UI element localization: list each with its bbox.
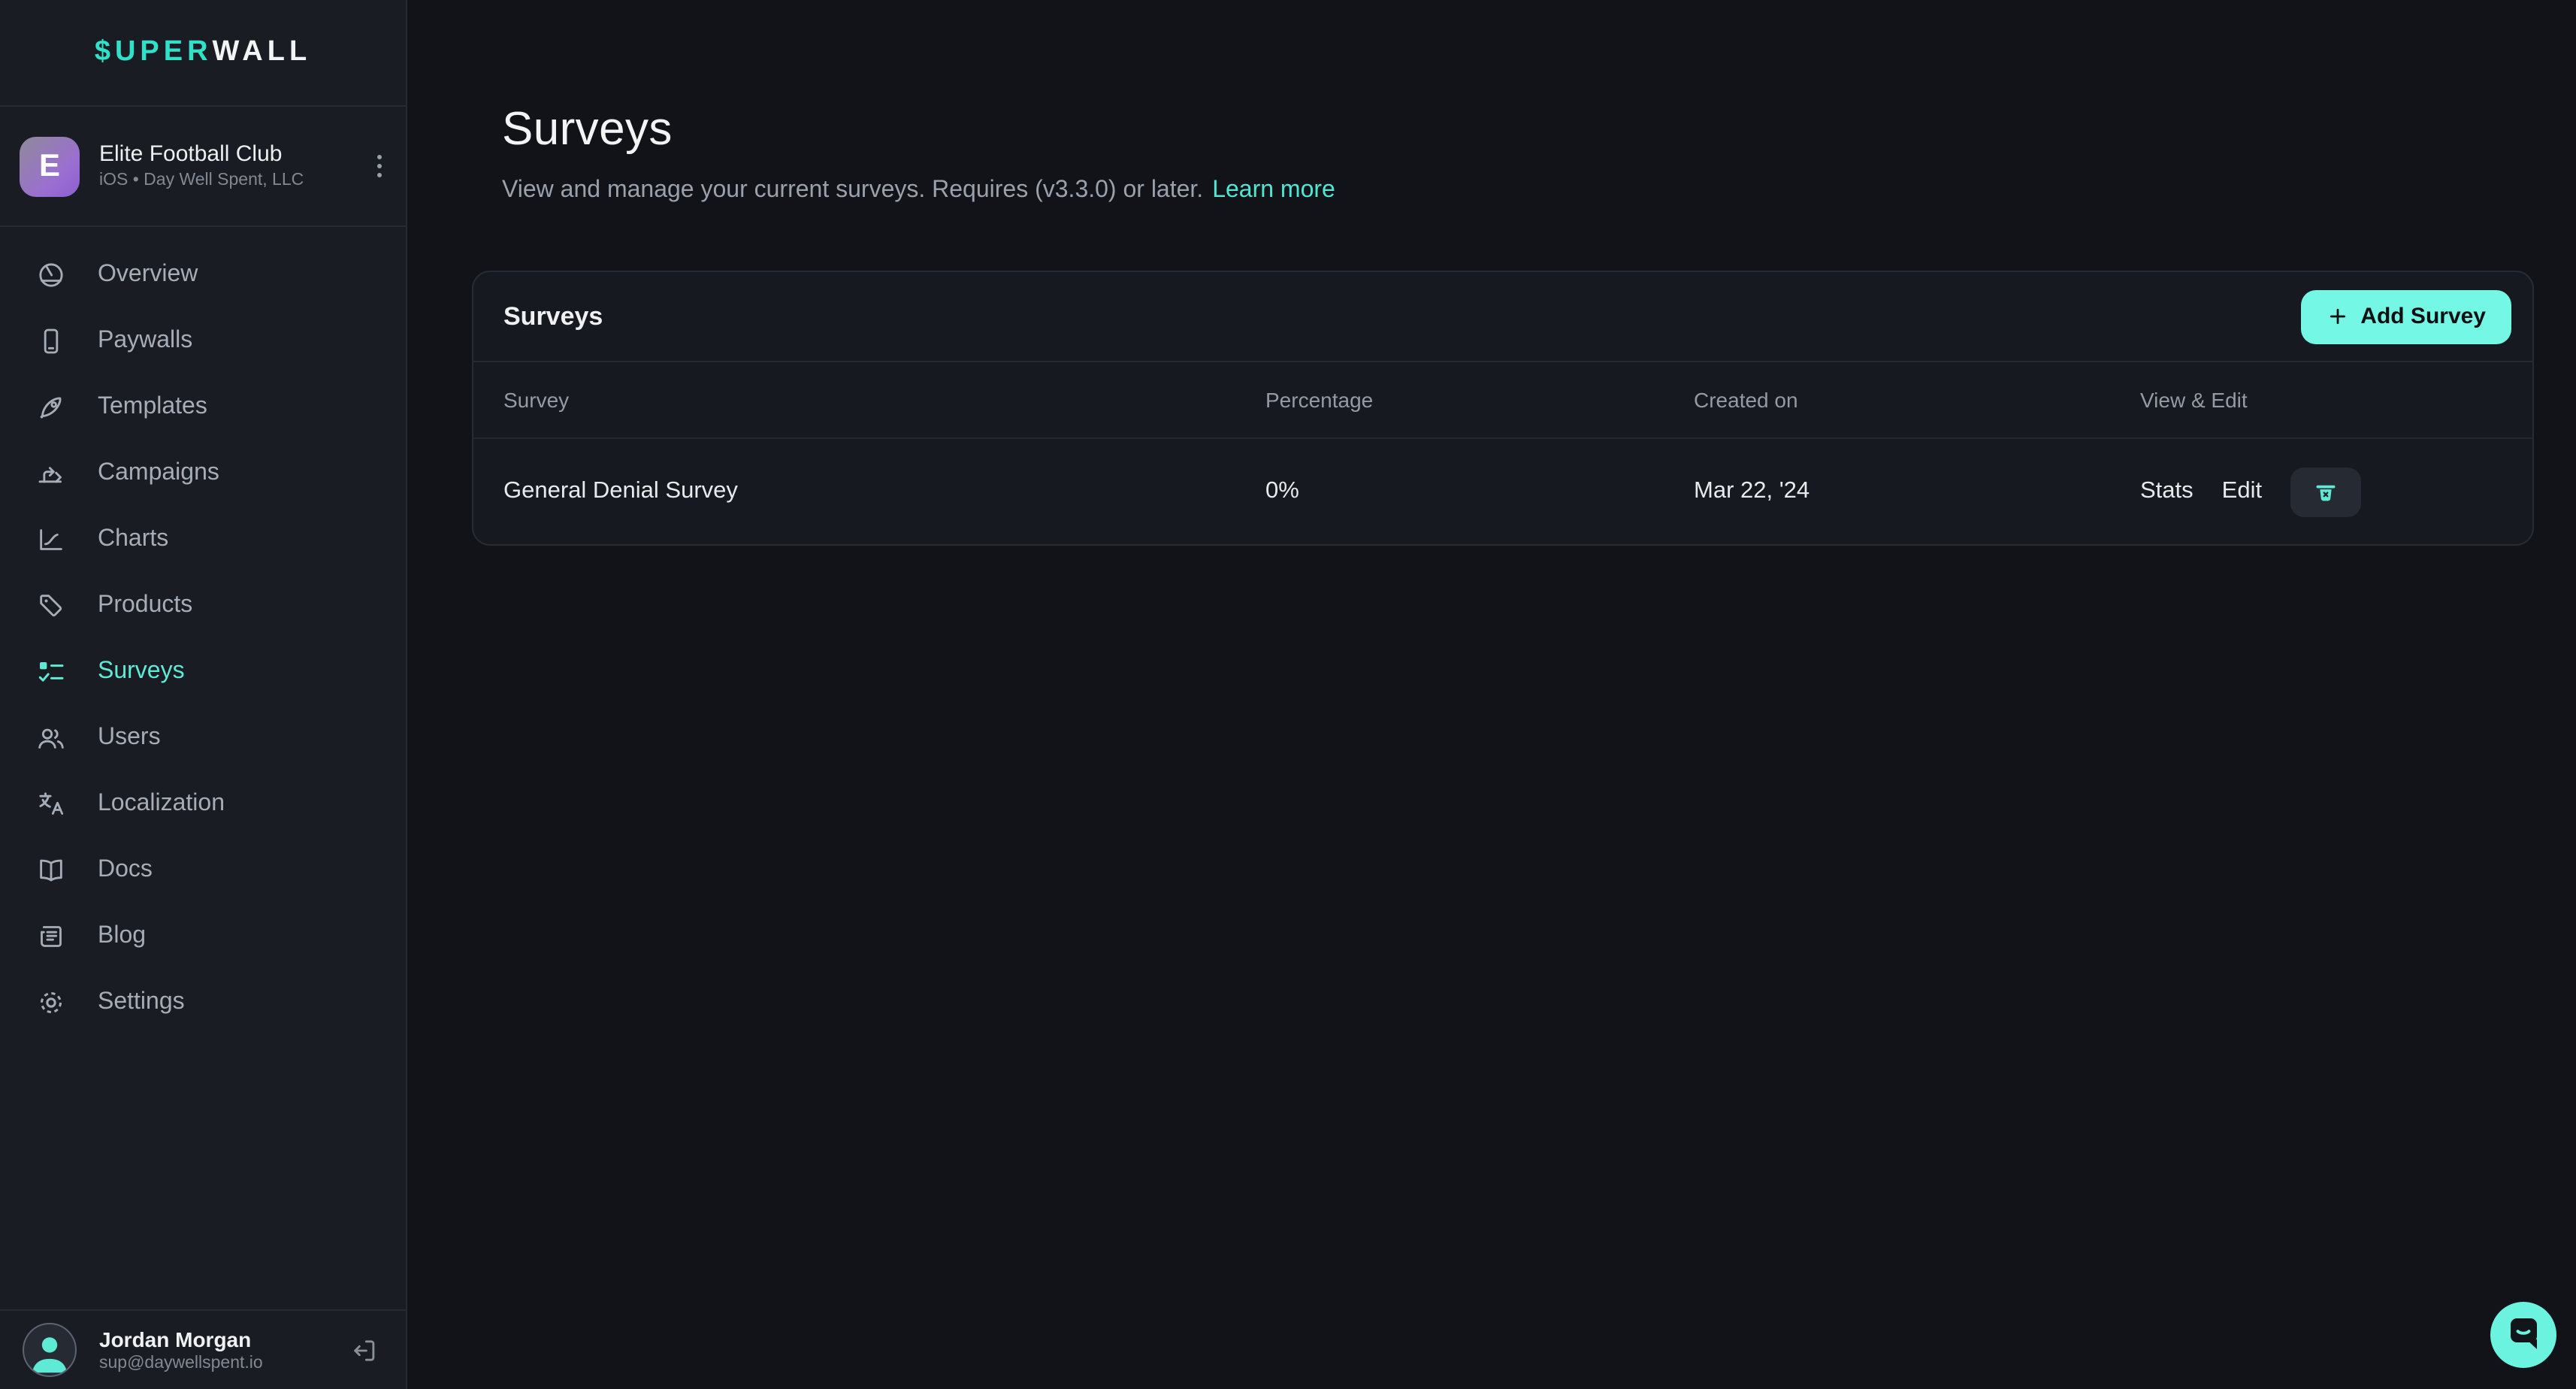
account-name: Elite Football Club bbox=[99, 141, 355, 167]
sidebar-item-label: Settings bbox=[98, 989, 185, 1016]
column-header-percentage: Percentage bbox=[1265, 388, 1694, 412]
rocket-icon bbox=[36, 392, 66, 422]
chat-bubble-icon bbox=[2490, 1302, 2556, 1368]
sidebar-item-products[interactable]: Products bbox=[0, 573, 406, 639]
smartphone-icon bbox=[36, 326, 66, 356]
add-survey-button[interactable]: Add Survey bbox=[2300, 289, 2511, 343]
delete-survey-button[interactable] bbox=[2290, 467, 2361, 516]
panel-header: Surveys Add Survey bbox=[473, 272, 2532, 362]
checklist-icon bbox=[36, 657, 66, 687]
sidebar-item-label: Overview bbox=[98, 262, 198, 289]
sidebar-item-templates[interactable]: Templates bbox=[0, 374, 406, 440]
pie-chart-icon bbox=[36, 260, 66, 290]
chat-messenger-button[interactable] bbox=[2490, 1302, 2556, 1368]
newspaper-icon bbox=[36, 921, 66, 952]
column-header-view-edit: View & Edit bbox=[2140, 388, 2532, 412]
superwall-logo: $UPERWALL bbox=[0, 0, 406, 107]
surveys-panel: Surveys Add Survey Survey Percentage Cre… bbox=[472, 271, 2534, 546]
add-survey-label: Add Survey bbox=[2360, 304, 2486, 329]
sidebar-item-label: Charts bbox=[98, 526, 168, 553]
sidebar-item-label: Products bbox=[98, 592, 192, 619]
cell-actions: Stats Edit bbox=[2140, 467, 2532, 516]
sidebar: $UPERWALL E Elite Football Club iOS • Da… bbox=[0, 0, 407, 1389]
stats-link[interactable]: Stats bbox=[2140, 478, 2194, 505]
user-email: sup@daywellspent.io bbox=[99, 1354, 328, 1373]
sidebar-item-label: Users bbox=[98, 725, 161, 752]
user-name: Jordan Morgan bbox=[99, 1327, 328, 1351]
sidebar-item-docs[interactable]: Docs bbox=[0, 837, 406, 903]
panel-title: Surveys bbox=[503, 301, 603, 331]
cell-survey-name: General Denial Survey bbox=[503, 478, 1265, 505]
sidebar-spacer bbox=[0, 1051, 406, 1309]
account-switcher[interactable]: E Elite Football Club iOS • Day Well Spe… bbox=[0, 107, 406, 227]
plus-icon bbox=[2326, 305, 2348, 328]
sidebar-item-localization[interactable]: Localization bbox=[0, 771, 406, 837]
tag-icon bbox=[36, 591, 66, 621]
page-subtitle-text: View and manage your current surveys. Re… bbox=[502, 177, 1203, 203]
book-open-icon bbox=[36, 855, 66, 885]
cell-created-on: Mar 22, '24 bbox=[1694, 478, 2140, 505]
main-content: Surveys View and manage your current sur… bbox=[407, 0, 2576, 1389]
sidebar-item-label: Surveys bbox=[98, 658, 185, 685]
app: $UPERWALL E Elite Football Club iOS • Da… bbox=[0, 0, 2576, 1389]
sidebar-item-label: Templates bbox=[98, 394, 207, 421]
sidebar-item-label: Docs bbox=[98, 857, 153, 884]
sidebar-nav: Overview Paywalls Templates Campaigns bbox=[0, 227, 406, 1051]
table-row: General Denial Survey 0% Mar 22, '24 Sta… bbox=[473, 439, 2532, 544]
sidebar-item-paywalls[interactable]: Paywalls bbox=[0, 308, 406, 374]
page-title: Surveys bbox=[502, 101, 2534, 156]
users-icon bbox=[36, 723, 66, 753]
sidebar-item-campaigns[interactable]: Campaigns bbox=[0, 440, 406, 507]
sidebar-item-label: Blog bbox=[98, 923, 146, 950]
sidebar-item-label: Paywalls bbox=[98, 328, 192, 355]
account-meta: iOS • Day Well Spent, LLC bbox=[99, 171, 355, 191]
line-chart-icon bbox=[36, 525, 66, 555]
sidebar-item-charts[interactable]: Charts bbox=[0, 507, 406, 573]
translate-icon bbox=[36, 789, 66, 819]
logout-icon[interactable] bbox=[350, 1336, 379, 1364]
user-avatar bbox=[23, 1323, 77, 1377]
column-header-survey: Survey bbox=[503, 388, 1265, 412]
sidebar-item-overview[interactable]: Overview bbox=[0, 242, 406, 308]
sidebar-item-label: Localization bbox=[98, 791, 225, 818]
page-subtitle: View and manage your current surveys. Re… bbox=[502, 174, 2534, 207]
sidebar-item-users[interactable]: Users bbox=[0, 705, 406, 771]
user-profile[interactable]: Jordan Morgan sup@daywellspent.io bbox=[0, 1309, 406, 1389]
logo-accent-text: $UPER bbox=[95, 36, 213, 69]
sidebar-item-surveys[interactable]: Surveys bbox=[0, 639, 406, 705]
learn-more-link[interactable]: Learn more bbox=[1212, 177, 1335, 203]
cell-percentage: 0% bbox=[1265, 478, 1694, 505]
edit-link[interactable]: Edit bbox=[2222, 478, 2262, 505]
app-avatar: E bbox=[20, 136, 80, 196]
table-header-row: Survey Percentage Created on View & Edit bbox=[473, 362, 2532, 439]
trash-icon bbox=[2313, 479, 2339, 504]
account-texts: Elite Football Club iOS • Day Well Spent… bbox=[99, 141, 355, 191]
logo-rest-text: WALL bbox=[213, 36, 312, 69]
kebab-menu-icon[interactable] bbox=[374, 149, 385, 183]
user-texts: Jordan Morgan sup@daywellspent.io bbox=[99, 1327, 328, 1373]
sidebar-item-label: Campaigns bbox=[98, 460, 219, 487]
sidebar-item-blog[interactable]: Blog bbox=[0, 903, 406, 970]
split-arrow-icon bbox=[36, 458, 66, 489]
sidebar-item-settings[interactable]: Settings bbox=[0, 970, 406, 1036]
column-header-created-on: Created on bbox=[1694, 388, 2140, 412]
gear-icon bbox=[36, 988, 66, 1018]
